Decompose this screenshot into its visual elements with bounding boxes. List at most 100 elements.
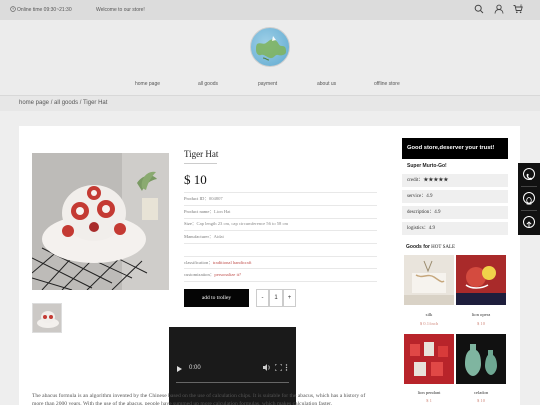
divider: [184, 205, 377, 206]
nav-all-goods[interactable]: all goods: [198, 81, 218, 87]
toolbar-divider: [521, 210, 537, 211]
nav-about-us[interactable]: about us: [317, 81, 336, 87]
product-id-value: 004807: [208, 196, 223, 201]
divider: [184, 230, 377, 231]
product-thumbnail[interactable]: [32, 303, 62, 333]
product-id: Product ID：004807: [184, 196, 223, 201]
play-icon[interactable]: [177, 366, 182, 372]
product-id-label: Product ID: [184, 196, 205, 201]
divider: [184, 256, 377, 257]
customization: customization：personalize it?: [184, 272, 242, 277]
toolbar-divider: [521, 186, 537, 187]
credit-label: credit: [407, 178, 419, 183]
service-value: 4.9: [426, 194, 433, 199]
hot-product-name-silk[interactable]: silk: [404, 312, 454, 317]
arrow-up-glyph: [526, 221, 532, 228]
product-size-label: Size: [184, 221, 192, 226]
hot-product-price-silk: $ 0.1/inch: [419, 321, 439, 326]
quantity-input[interactable]: 1: [269, 289, 283, 307]
globe-logo-icon: [256, 36, 286, 61]
divider: [184, 281, 377, 282]
video-time: 0:00: [189, 365, 201, 371]
manufacturer-value: Aidai: [213, 234, 224, 239]
top-bar: Online time 09:30~21:30 Welcome to our s…: [0, 0, 540, 20]
manufacturer-label: Manufacturer: [184, 234, 209, 239]
breadcrumb: home page / all goods / Tiger Hat: [19, 100, 107, 106]
product-price: $ 10: [184, 172, 207, 187]
fullscreen-icon[interactable]: [275, 364, 282, 371]
nav-home-page[interactable]: home page: [135, 81, 160, 87]
celadon-photo: [456, 334, 506, 384]
logistics-value: 4.9: [428, 226, 435, 231]
product-manufacturer: Manufacturer：Aidai: [184, 234, 224, 239]
online-time: Online time 09:30~21:30: [17, 7, 72, 13]
user-icon[interactable]: [494, 4, 504, 14]
classification-label: classification: [184, 260, 209, 265]
seller-name: Super Murto-Go!: [402, 159, 508, 173]
divider: [184, 192, 377, 193]
product-size-value: Cap length 23 cm, cap circumference 56 t…: [196, 221, 289, 226]
floating-toolbar: [518, 163, 540, 235]
hot-sale-heading: Goods for HOT SALE: [406, 244, 455, 250]
search-icon[interactable]: [474, 4, 484, 14]
volume-icon[interactable]: [263, 364, 271, 371]
back-to-top-icon[interactable]: [523, 216, 535, 228]
hot-sale-title: HOT SALE: [431, 245, 456, 250]
breadcrumb-current: Tiger Hat: [82, 100, 108, 106]
classification: classification：traditional handicraft: [184, 260, 252, 265]
credit-row: credit：★★★★★: [402, 174, 508, 187]
title-divider: [184, 163, 217, 164]
quantity-plus-button[interactable]: +: [283, 289, 296, 307]
description-value: 4.9: [434, 210, 441, 215]
more-options-icon[interactable]: [285, 364, 288, 371]
hot-product-image-lion-opera[interactable]: [456, 255, 506, 305]
hot-product-image-silk[interactable]: [404, 255, 454, 305]
qq-glyph: [526, 197, 532, 205]
customization-label: customization: [184, 272, 210, 277]
product-name-value: Lion Hat: [214, 209, 231, 214]
divider: [184, 218, 377, 219]
service-row: service：4.9: [402, 190, 508, 203]
product-size: Size：Cap length 23 cm, cap circumference…: [184, 221, 289, 226]
quantity-minus-button[interactable]: -: [256, 289, 269, 307]
description-label: description: [407, 210, 430, 215]
video-progress-bar[interactable]: [176, 382, 289, 383]
store-trust-banner: Good store,deserver your trust!: [402, 138, 508, 159]
hot-product-price-lion-opera: $ 10: [476, 321, 486, 326]
hot-product-price-lion-pendant: $ 1: [426, 398, 432, 403]
hot-product-image-lion-pendant[interactable]: [404, 334, 454, 384]
clock-icon: [10, 6, 16, 12]
add-to-trolley-button[interactable]: add to trolley: [184, 289, 249, 307]
lion-pendant-photo: [404, 334, 454, 384]
hot-product-name-lion-pendant[interactable]: lion pendant: [404, 390, 454, 395]
lion-opera-photo: [456, 255, 506, 305]
product-description: The abacus formula is an algorithm inven…: [32, 393, 366, 405]
hot-product-image-celadon[interactable]: [456, 334, 506, 384]
divider: [184, 243, 377, 244]
credit-stars: ★★★★★: [423, 178, 449, 183]
product-title: Tiger Hat: [184, 149, 219, 159]
product-main-image[interactable]: [32, 153, 169, 290]
phone-glyph: [526, 173, 532, 180]
classification-value[interactable]: traditional handicraft: [213, 260, 252, 265]
hat-photo: [32, 153, 169, 290]
description-row: description：4.9: [402, 206, 508, 219]
product-name: Product name：Lion Hat: [184, 209, 231, 214]
store-logo[interactable]: [250, 27, 290, 67]
breadcrumb-all-goods[interactable]: all goods: [54, 100, 78, 106]
customization-value[interactable]: personalize it?: [214, 272, 241, 277]
phone-icon[interactable]: [523, 168, 535, 180]
hot-product-name-celadon[interactable]: celadon: [456, 390, 506, 395]
product-name-label: Product name: [184, 209, 210, 214]
breadcrumb-home[interactable]: home page: [19, 100, 49, 106]
cart-count: 0: [520, 3, 523, 8]
hot-product-price-celadon: $ 10: [476, 398, 486, 403]
qq-icon[interactable]: [523, 192, 535, 205]
hat-thumbnail-photo: [33, 304, 61, 332]
welcome-text: Welcome to our store!: [96, 7, 145, 13]
logistics-row: logistics：4.9: [402, 222, 508, 235]
nav-payment[interactable]: payment: [258, 81, 277, 87]
hot-product-name-lion-opera[interactable]: lion opera: [456, 312, 506, 317]
nav-offline-store[interactable]: offline store: [374, 81, 400, 87]
silk-photo: [404, 255, 454, 305]
